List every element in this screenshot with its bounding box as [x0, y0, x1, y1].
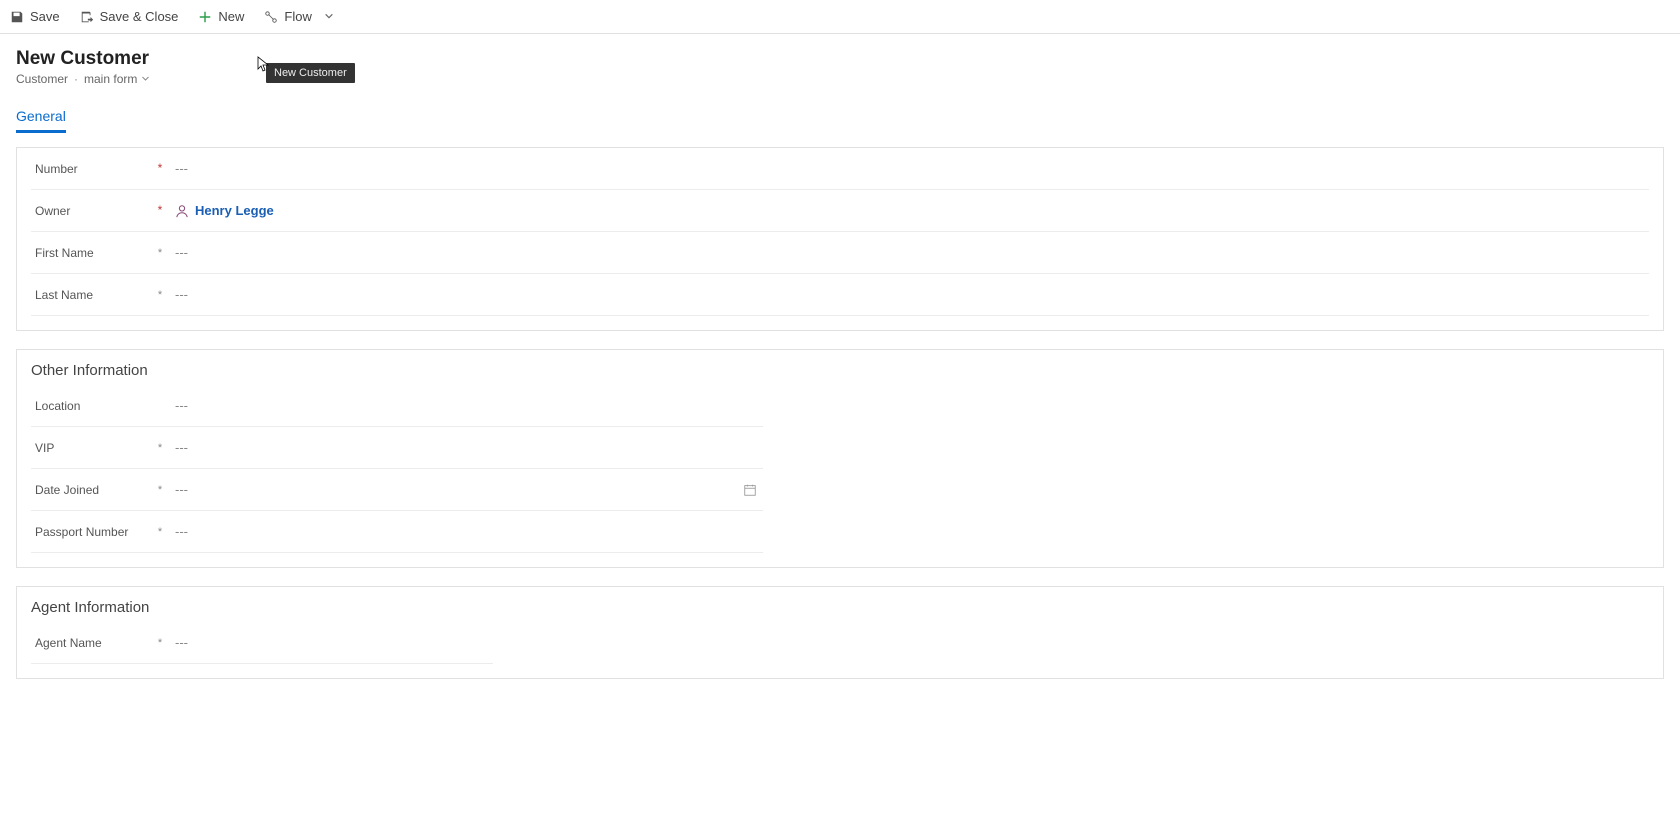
first-name-value: ---	[175, 245, 188, 260]
new-label: New	[218, 9, 244, 24]
last-name-value: ---	[175, 287, 188, 302]
breadcrumb: Customer · main form	[16, 72, 1664, 86]
owner-input[interactable]: Henry Legge	[169, 197, 1649, 225]
field-date-joined: Date Joined ---	[31, 469, 763, 511]
flow-button[interactable]: Flow	[262, 5, 335, 28]
required-indicator	[151, 440, 169, 455]
required-indicator	[151, 635, 169, 650]
flow-icon	[264, 10, 278, 24]
save-close-button[interactable]: Save & Close	[78, 5, 181, 28]
chevron-down-icon	[324, 9, 334, 24]
owner-chip[interactable]: Henry Legge	[175, 203, 274, 218]
location-label: Location	[31, 399, 151, 413]
main-field-list: Number --- Owner Henry Legge	[17, 148, 1663, 330]
tooltip: New Customer	[266, 63, 355, 83]
vip-value: ---	[175, 440, 188, 455]
tab-bar: General	[0, 100, 1680, 133]
required-indicator	[151, 524, 169, 539]
section-main: Number --- Owner Henry Legge	[16, 147, 1664, 331]
field-owner: Owner Henry Legge	[31, 190, 1649, 232]
flow-label: Flow	[284, 9, 311, 24]
field-agent-name: Agent Name ---	[31, 622, 493, 664]
date-joined-value: ---	[175, 482, 188, 497]
date-joined-label: Date Joined	[31, 483, 151, 497]
field-last-name: Last Name ---	[31, 274, 1649, 316]
passport-number-label: Passport Number	[31, 525, 151, 539]
last-name-input[interactable]: ---	[169, 281, 1649, 309]
agent-name-input[interactable]: ---	[169, 629, 493, 657]
entity-label: Customer	[16, 72, 68, 86]
save-icon	[10, 10, 24, 24]
form-name: main form	[84, 72, 137, 86]
person-icon	[175, 204, 189, 218]
vertical-scrollbar[interactable]	[1668, 34, 1680, 823]
field-first-name: First Name ---	[31, 232, 1649, 274]
field-number: Number ---	[31, 148, 1649, 190]
save-button[interactable]: Save	[8, 5, 62, 28]
passport-number-value: ---	[175, 524, 188, 539]
section-other-information: Other Information Location --- VIP --- D…	[16, 349, 1664, 568]
calendar-icon[interactable]	[743, 483, 757, 497]
agent-information-title: Agent Information	[17, 587, 1663, 622]
vip-input[interactable]: ---	[169, 434, 763, 462]
save-label: Save	[30, 9, 60, 24]
date-joined-input[interactable]: ---	[169, 476, 763, 504]
number-input[interactable]: ---	[169, 155, 1649, 183]
new-button[interactable]: New	[196, 5, 246, 28]
required-indicator	[151, 245, 169, 260]
page-title: New Customer	[16, 48, 1664, 70]
first-name-label: First Name	[31, 246, 151, 260]
form-area: Number --- Owner Henry Legge	[0, 133, 1680, 717]
agent-name-value: ---	[175, 635, 188, 650]
required-indicator	[151, 161, 169, 176]
location-value: ---	[175, 398, 188, 413]
command-bar: Save Save & Close New Flow	[0, 0, 1680, 34]
agent-field-list: Agent Name ---	[17, 622, 507, 678]
number-value: ---	[175, 161, 188, 176]
other-field-list: Location --- VIP --- Date Joined ---	[17, 385, 777, 567]
field-vip: VIP ---	[31, 427, 763, 469]
other-information-title: Other Information	[17, 350, 1663, 385]
location-input[interactable]: ---	[169, 392, 763, 420]
tab-general[interactable]: General	[16, 100, 66, 133]
vip-label: VIP	[31, 441, 151, 455]
form-selector[interactable]: main form	[84, 72, 150, 86]
field-location: Location ---	[31, 385, 763, 427]
field-passport-number: Passport Number ---	[31, 511, 763, 553]
save-close-icon	[80, 10, 94, 24]
first-name-input[interactable]: ---	[169, 239, 1649, 267]
required-indicator	[151, 482, 169, 497]
chevron-down-icon	[141, 72, 150, 86]
owner-label: Owner	[31, 204, 151, 218]
number-label: Number	[31, 162, 151, 176]
required-indicator	[151, 203, 169, 218]
page-header: New Customer Customer · main form New Cu…	[0, 34, 1680, 92]
last-name-label: Last Name	[31, 288, 151, 302]
breadcrumb-separator: ·	[74, 72, 78, 86]
save-close-label: Save & Close	[100, 9, 179, 24]
passport-number-input[interactable]: ---	[169, 518, 763, 546]
section-agent-information: Agent Information Agent Name ---	[16, 586, 1664, 679]
agent-name-label: Agent Name	[31, 636, 151, 650]
required-indicator	[151, 287, 169, 302]
plus-icon	[198, 10, 212, 24]
owner-name: Henry Legge	[195, 203, 274, 218]
